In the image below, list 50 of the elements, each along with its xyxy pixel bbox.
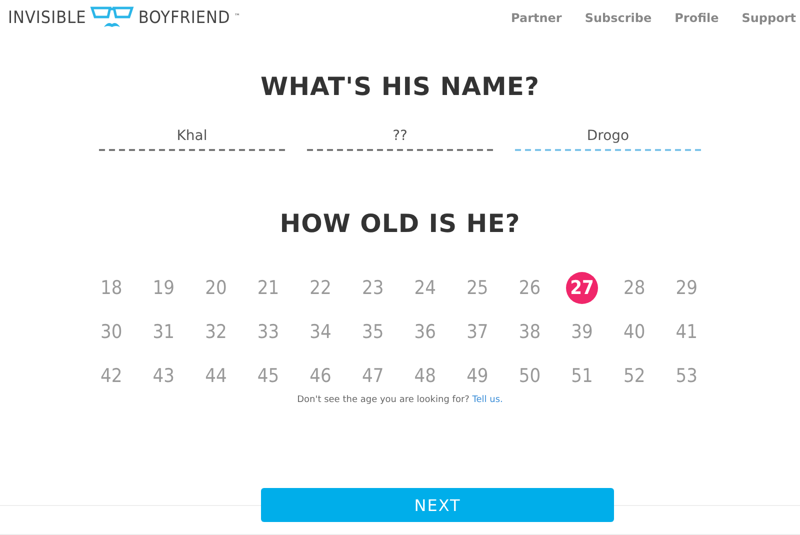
age-option[interactable]: 50 — [514, 360, 546, 392]
age-option[interactable]: 43 — [148, 360, 180, 392]
age-option[interactable]: 45 — [252, 360, 284, 392]
name-field[interactable]: Drogo — [515, 125, 701, 151]
name-field[interactable]: ?? — [307, 125, 493, 151]
age-option[interactable]: 18 — [95, 272, 128, 304]
nav-link[interactable]: Subscribe — [584, 11, 652, 25]
age-option[interactable]: 25 — [461, 272, 494, 304]
age-option[interactable]: 19 — [148, 272, 180, 304]
age-option[interactable]: 37 — [461, 316, 494, 348]
age-option[interactable]: 29 — [670, 272, 703, 304]
tell-us-link[interactable]: Tell us. — [472, 395, 503, 405]
age-option[interactable]: 21 — [252, 272, 284, 304]
section-title: HOW OLD IS HE? — [278, 209, 522, 238]
age-option[interactable]: 46 — [304, 360, 337, 392]
age-option[interactable]: 35 — [356, 316, 389, 348]
age-option[interactable]: 26 — [514, 272, 546, 304]
nav-link[interactable]: Support — [742, 11, 796, 25]
age-option[interactable]: 20 — [200, 272, 232, 304]
age-option[interactable]: 38 — [514, 316, 546, 348]
age-option[interactable]: 42 — [95, 360, 128, 392]
age-option[interactable]: 52 — [618, 360, 650, 392]
age-option[interactable]: 47 — [356, 360, 389, 392]
age-option[interactable]: 44 — [200, 360, 232, 392]
age-option[interactable]: 22 — [304, 272, 337, 304]
age-option[interactable]: 48 — [409, 360, 442, 392]
age-option[interactable]: 53 — [670, 360, 703, 392]
age-option[interactable]: 39 — [566, 316, 598, 348]
hint-text: Don't see the age you are looking for? Tell us. — [296, 395, 504, 405]
age-option[interactable]: 28 — [618, 272, 650, 304]
age-option[interactable]: 51 — [566, 360, 598, 392]
age-option[interactable]: 34 — [304, 316, 337, 348]
age-option[interactable]: 24 — [409, 272, 442, 304]
name-field[interactable]: Khal — [99, 125, 285, 151]
nav-link[interactable]: Partner — [511, 11, 562, 25]
age-option[interactable]: 32 — [200, 316, 232, 348]
age-option[interactable]: 49 — [461, 360, 494, 392]
logo-text: BOYFRIEND — [138, 8, 230, 28]
logo-text: INVISIBLE — [8, 8, 86, 28]
nav-link[interactable]: Profile — [674, 11, 719, 25]
age-option[interactable]: 33 — [252, 316, 284, 348]
age-option[interactable]: 41 — [670, 316, 703, 348]
age-option[interactable]: 30 — [95, 316, 128, 348]
section-title: WHAT'S HIS NAME? — [260, 72, 540, 101]
age-option[interactable]: 27 — [566, 272, 598, 304]
age-option[interactable]: 31 — [148, 316, 180, 348]
age-option[interactable]: 23 — [356, 272, 389, 304]
age-option[interactable]: 40 — [618, 316, 650, 348]
age-option[interactable]: 36 — [409, 316, 442, 348]
next-button[interactable]: NEXT — [261, 488, 614, 522]
